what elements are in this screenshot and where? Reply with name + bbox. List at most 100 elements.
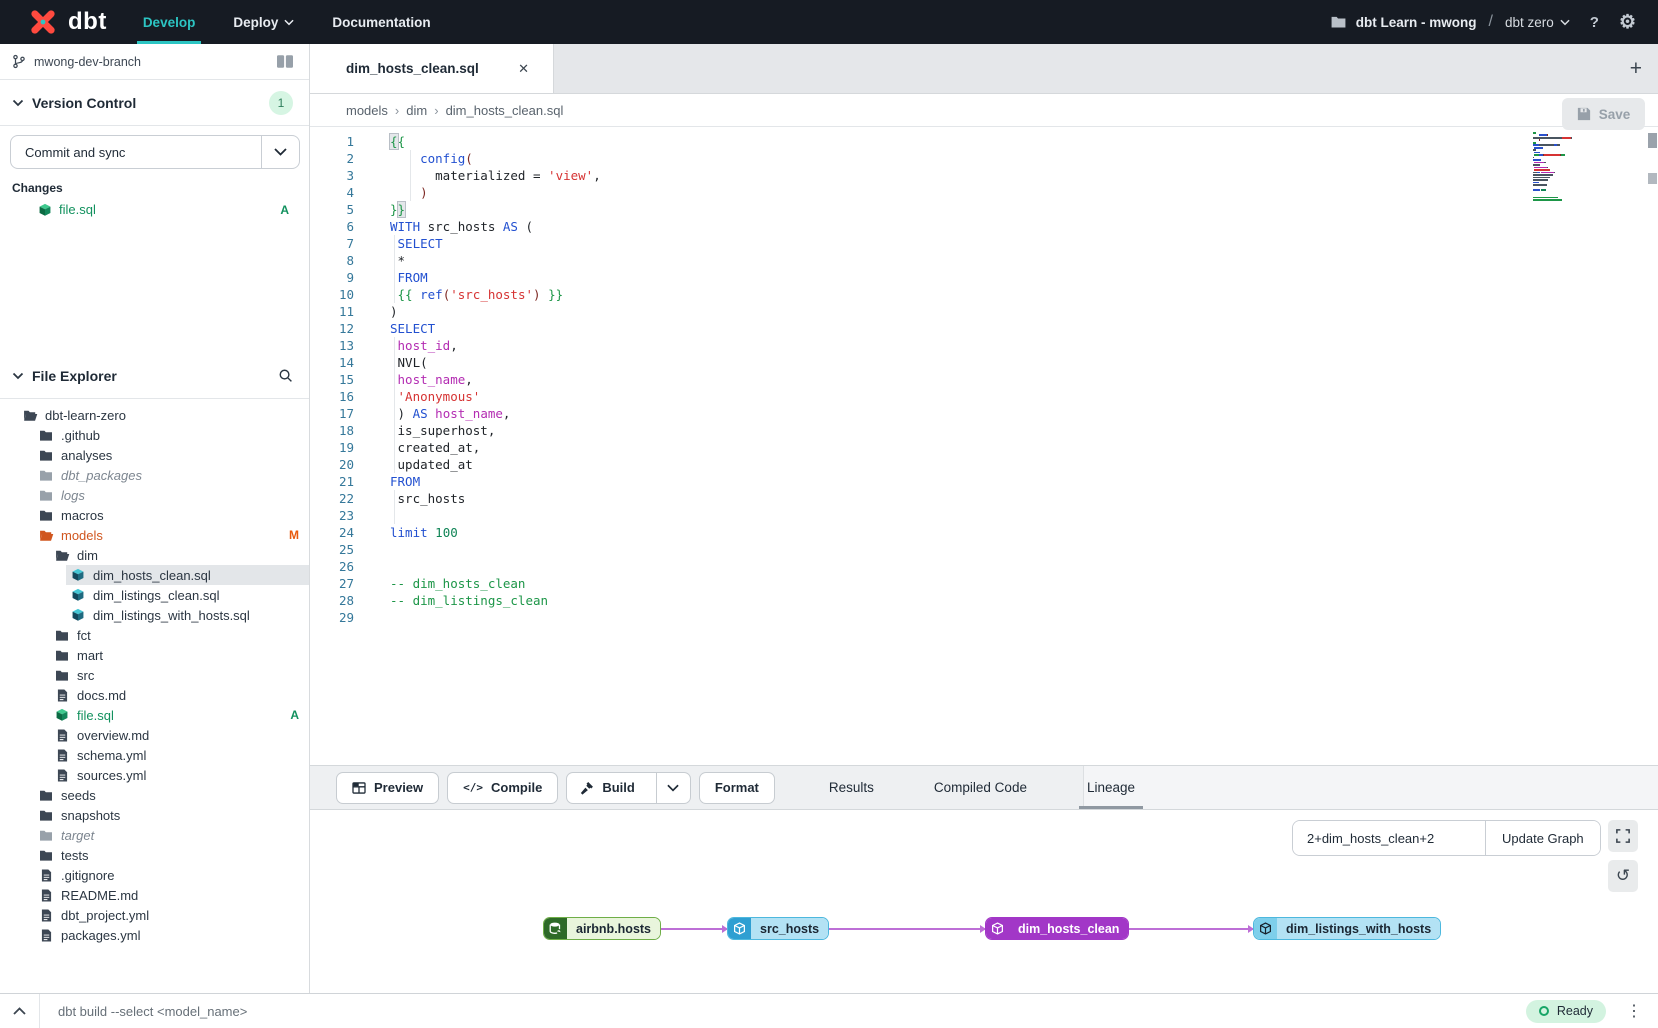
code-line-28: 28-- dim_listings_clean — [310, 592, 1528, 609]
tree-item-label: dim_hosts_clean.sql — [93, 568, 211, 583]
tree-item--github[interactable]: .github — [0, 425, 309, 445]
dbt-logo[interactable]: dbt — [0, 5, 129, 39]
commit-and-sync-button[interactable]: Commit and sync — [10, 135, 300, 169]
lineage-node-dim-listings-with-hosts[interactable]: dim_listings_with_hosts — [1253, 917, 1441, 940]
status-badge: Ready — [1526, 1000, 1606, 1023]
code-line-26: 26 — [310, 558, 1528, 575]
lineage-node-src-hosts[interactable]: src_hosts — [727, 917, 829, 940]
model-file-icon — [38, 203, 52, 217]
lineage-filter-input[interactable] — [1293, 821, 1485, 855]
code-line-1: 1{{ — [310, 133, 1528, 150]
tree-item-dbt-project-yml[interactable]: dbt_project.yml — [0, 905, 309, 925]
file-explorer-header[interactable]: File Explorer — [0, 353, 309, 399]
tree-item-label: .github — [61, 428, 100, 443]
folder-icon — [1331, 16, 1346, 28]
search-icon[interactable] — [278, 368, 293, 383]
breadcrumb-dim[interactable]: dim — [406, 103, 427, 118]
breadcrumb-models[interactable]: models — [346, 103, 388, 118]
tree-item-readme-md[interactable]: README.md — [0, 885, 309, 905]
version-control-header[interactable]: Version Control 1 — [0, 80, 309, 126]
tree-item-models[interactable]: modelsM — [0, 525, 309, 545]
changed-file-row[interactable]: file.sql A — [10, 199, 299, 220]
tree-item-dbt-learn-zero[interactable]: dbt-learn-zero — [0, 405, 309, 425]
tree-item-docs-md[interactable]: docs.md — [0, 685, 309, 705]
tree-item-macros[interactable]: macros — [0, 505, 309, 525]
folder-icon — [38, 489, 54, 501]
code-editor[interactable]: 1{{2 config(3 materialized = 'view',4 )5… — [310, 127, 1658, 765]
minimap[interactable] — [1533, 132, 1591, 204]
fullscreen-button[interactable] — [1608, 820, 1638, 852]
nav-develop[interactable]: Develop — [143, 0, 196, 44]
tree-item-src[interactable]: src — [0, 665, 309, 685]
tree-item-file-sql[interactable]: file.sqlA — [0, 705, 309, 725]
tree-item-seeds[interactable]: seeds — [0, 785, 309, 805]
nav-documentation[interactable]: Documentation — [332, 0, 430, 44]
tree-item-tests[interactable]: tests — [0, 845, 309, 865]
tab-dim-hosts-clean[interactable]: dim_hosts_clean.sql ✕ — [310, 44, 554, 93]
tree-item-dim-hosts-clean-sql[interactable]: dim_hosts_clean.sql — [0, 565, 309, 585]
tree-item-schema-yml[interactable]: schema.yml — [0, 745, 309, 765]
tab-compiled-code[interactable]: Compiled Code — [926, 766, 1035, 809]
tree-item-snapshots[interactable]: snapshots — [0, 805, 309, 825]
code-line-14: 14 NVL( — [310, 354, 1528, 371]
tree-item-overview-md[interactable]: overview.md — [0, 725, 309, 745]
reset-view-button[interactable]: ↺ — [1608, 860, 1638, 892]
environment-selector[interactable]: dbt zero — [1505, 15, 1570, 30]
file-icon — [38, 909, 54, 922]
nav-deploy[interactable]: Deploy — [233, 0, 294, 44]
tree-item--gitignore[interactable]: .gitignore — [0, 865, 309, 885]
code-line-27: 27-- dim_hosts_clean — [310, 575, 1528, 592]
help-icon[interactable]: ? — [1590, 14, 1599, 31]
folder-icon — [38, 429, 54, 441]
code-line-15: 15 host_name, — [310, 371, 1528, 388]
tree-item-dim-listings-clean-sql[interactable]: dim_listings_clean.sql — [0, 585, 309, 605]
lineage-node-dim-hosts-clean[interactable]: dim_hosts_clean — [985, 917, 1129, 940]
branch-row[interactable]: mwong-dev-branch — [0, 44, 309, 80]
tree-item-label: file.sql — [77, 708, 114, 723]
code-line-21: 21FROM — [310, 473, 1528, 490]
tree-item-fct[interactable]: fct — [0, 625, 309, 645]
save-button[interactable]: Save — [1562, 98, 1645, 130]
tree-item-target[interactable]: target — [0, 825, 309, 845]
tree-item-dim[interactable]: dim — [0, 545, 309, 565]
tree-item-label: target — [61, 828, 94, 843]
docs-book-icon[interactable] — [277, 55, 293, 68]
command-input[interactable]: dbt build --select <model_name> — [58, 1004, 1526, 1019]
tree-item-label: seeds — [61, 788, 96, 803]
folder-icon — [54, 629, 70, 641]
lineage-panel: Update Graph ↺ airbnb.hosts src_hosts dim_… — [310, 810, 1658, 993]
build-options-toggle[interactable] — [656, 773, 690, 803]
tree-item-logs[interactable]: logs — [0, 485, 309, 505]
gear-icon[interactable]: ⚙ — [1619, 11, 1636, 34]
folder-icon — [38, 849, 54, 861]
version-control-body: Commit and sync Changes file.sql A — [0, 126, 309, 220]
tree-item-label: dim_listings_with_hosts.sql — [93, 608, 250, 623]
expand-command-bar-button[interactable] — [0, 994, 40, 1028]
tree-item-dim-listings-with-hosts-sql[interactable]: dim_listings_with_hosts.sql — [0, 605, 309, 625]
editor-scrollbar[interactable] — [1648, 127, 1657, 765]
project-name[interactable]: dbt Learn - mwong — [1356, 15, 1477, 30]
tree-item-packages-yml[interactable]: packages.yml — [0, 925, 309, 945]
tab-results[interactable]: Results — [821, 766, 882, 809]
lineage-node-airbnb-hosts[interactable]: airbnb.hosts — [543, 917, 661, 940]
kebab-menu-icon[interactable]: ⋮ — [1626, 1001, 1642, 1021]
close-icon[interactable]: ✕ — [518, 61, 529, 77]
update-graph-button[interactable]: Update Graph — [1485, 821, 1600, 855]
tab-lineage[interactable]: Lineage — [1079, 766, 1143, 809]
tree-item-analyses[interactable]: analyses — [0, 445, 309, 465]
commit-options-toggle[interactable] — [261, 136, 299, 168]
breadcrumb-file[interactable]: dim_hosts_clean.sql — [446, 103, 564, 118]
build-button[interactable]: Build — [567, 773, 648, 803]
build-split-button[interactable]: Build — [566, 772, 691, 804]
chevron-down-icon — [1560, 19, 1570, 26]
tree-item-mart[interactable]: mart — [0, 645, 309, 665]
lineage-node-label: src_hosts — [751, 918, 828, 939]
new-tab-button[interactable]: + — [1614, 57, 1658, 81]
commit-button-label: Commit and sync — [11, 136, 261, 168]
compile-button[interactable]: </> Compile — [447, 772, 558, 804]
preview-button[interactable]: Preview — [336, 772, 439, 804]
tree-item-label: overview.md — [77, 728, 149, 743]
tree-item-sources-yml[interactable]: sources.yml — [0, 765, 309, 785]
tree-item-dbt-packages[interactable]: dbt_packages — [0, 465, 309, 485]
format-button[interactable]: Format — [699, 772, 775, 804]
